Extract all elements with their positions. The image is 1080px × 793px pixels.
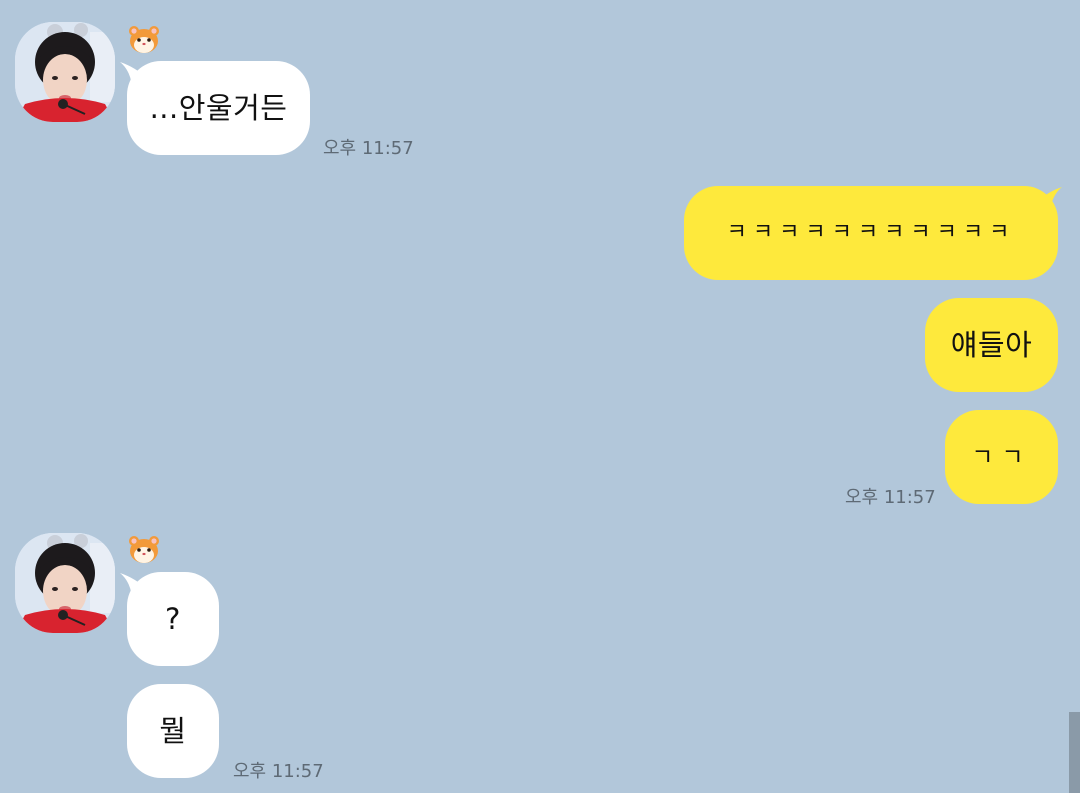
outgoing-message-bubble[interactable]: 얘들아 — [925, 298, 1058, 392]
scrollbar-thumb[interactable] — [1069, 712, 1080, 793]
message-text: ㅋㅋㅋㅋㅋㅋㅋㅋㅋㅋㅋ — [726, 220, 1016, 245]
chat-room: ...안울거든 오후 11:57 ㅋㅋㅋㅋㅋㅋㅋㅋㅋㅋㅋ 얘들아 ㄱㄱ 오후 1… — [0, 0, 1080, 793]
sender-avatar[interactable] — [15, 22, 115, 122]
hamster-icon — [129, 26, 159, 53]
incoming-message-bubble[interactable]: 뭘 — [127, 684, 219, 778]
message-timestamp: 오후 11:57 — [233, 761, 324, 782]
sender-avatar[interactable] — [15, 533, 115, 633]
message-text: ? — [165, 601, 181, 636]
message-text: 뭘 — [159, 713, 187, 748]
message-text: ...안울거든 — [149, 90, 288, 125]
message-timestamp: 오후 11:57 — [845, 487, 936, 508]
incoming-message-bubble[interactable]: ? — [127, 572, 219, 666]
avatar-photo — [15, 533, 115, 633]
outgoing-message-bubble[interactable]: ㅋㅋㅋㅋㅋㅋㅋㅋㅋㅋㅋ — [684, 186, 1058, 280]
hamster-icon — [129, 536, 159, 563]
avatar-photo — [15, 22, 115, 122]
incoming-message-bubble[interactable]: ...안울거든 — [127, 61, 310, 155]
message-timestamp: 오후 11:57 — [323, 138, 414, 159]
message-text: 얘들아 — [950, 327, 1033, 362]
message-text: ㄱㄱ — [971, 443, 1032, 471]
outgoing-message-bubble[interactable]: ㄱㄱ — [945, 410, 1058, 504]
